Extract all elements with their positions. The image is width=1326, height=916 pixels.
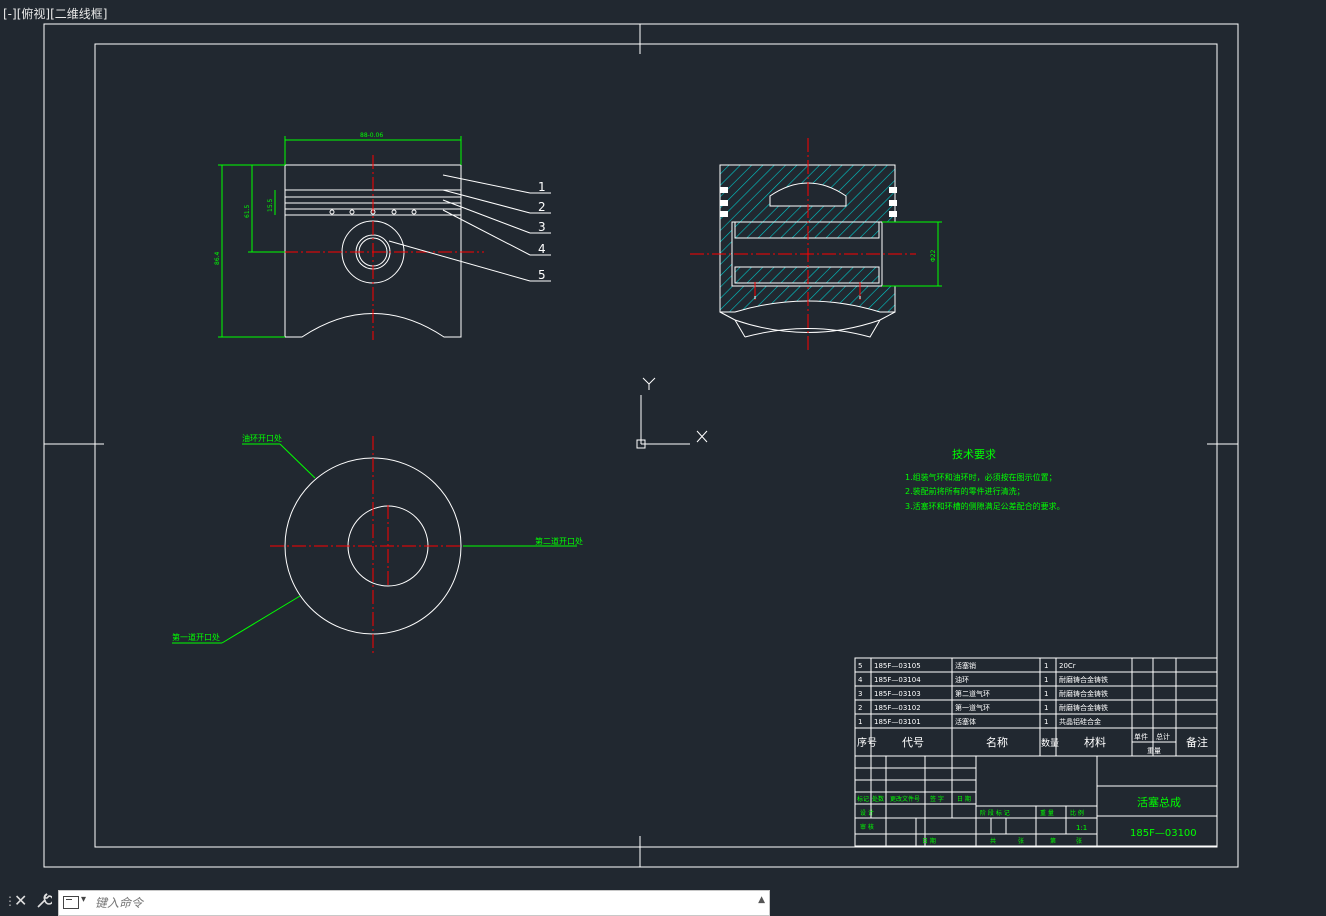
bom-row-3-no: 3 <box>858 690 862 698</box>
bom-row-2-name: 第一道气环 <box>955 703 990 712</box>
bom-row-2-material: 耐磨铸合金铸铁 <box>1059 703 1108 712</box>
balloon-4: 4 <box>538 242 546 256</box>
label-zhang: 张 <box>1018 837 1024 845</box>
bom-row-1-name: 活塞体 <box>955 717 976 726</box>
label-count: 处数 <box>872 795 884 803</box>
bom-row-1-material: 共晶铝硅合金 <box>1059 717 1101 726</box>
first-ring-gap-label: 第一道开口处 <box>172 632 220 642</box>
bom-row-1-no: 1 <box>858 718 862 726</box>
title-block-text: 活塞总成 185F—03100 1:1 阶 段 标 记 重 量 比 例 共 张 … <box>857 795 1197 845</box>
drawing-canvas[interactable]: 88-0.06 86.4 61.5 15.5 1 2 3 4 5 Φ22 油环开… <box>0 0 1326 888</box>
label-stage: 阶 段 标 记 <box>980 809 1010 817</box>
tech-req-item-1: 1.组装气环和油环时，必须按在图示位置； <box>905 472 1057 482</box>
label-day: 日 期 <box>957 795 971 803</box>
bom-row-4-material: 耐磨铸合金铸铁 <box>1059 675 1108 684</box>
bom-header-material: 材料 <box>1084 735 1106 749</box>
label-doc: 更改文件号 <box>890 795 920 803</box>
wrench-icon[interactable] <box>36 893 52 909</box>
bom-row-3-qty: 1 <box>1044 690 1048 698</box>
bom-row-4-name: 油环 <box>955 675 969 684</box>
command-line[interactable]: ▾ ▲ <box>58 890 770 916</box>
close-icon[interactable]: ✕ <box>14 891 27 910</box>
bom-header-no: 序号 <box>857 736 877 749</box>
label-sheet: 共 <box>990 837 996 845</box>
second-ring-gap-label: 第二道开口处 <box>535 536 583 546</box>
piston-section-view: Φ22 <box>690 138 942 350</box>
bom-header-code: 代号 <box>902 736 924 749</box>
ucs-icon <box>636 377 708 449</box>
command-prompt-icon[interactable] <box>63 896 79 909</box>
bom-row-5-code: 185F—03105 <box>874 662 921 670</box>
label-sign: 签 字 <box>930 795 944 803</box>
piston-top-view: 油环开口处 第二道开口处 第一道开口处 <box>172 433 583 656</box>
bom-header-total: 总计 <box>1156 732 1170 741</box>
piston-front-view: 88-0.06 86.4 61.5 15.5 1 2 3 4 5 <box>214 132 551 340</box>
tech-req-title: 技术要求 <box>952 448 996 461</box>
bom-row-5-no: 5 <box>858 662 862 670</box>
balloon-2: 2 <box>538 200 546 214</box>
label-di: 第 <box>1050 837 1056 845</box>
chevron-up-icon[interactable]: ▲ <box>758 895 765 905</box>
bom-header-weight: 重量 <box>1147 747 1161 755</box>
bom-row-4-qty: 1 <box>1044 676 1048 684</box>
grip-handle-icon[interactable]: ⋮ <box>4 893 16 909</box>
tech-req-item-2: 2.装配前将所有的零件进行清洗； <box>905 486 1025 496</box>
bom-header: 序号 代号 名称 数量 材料 单件 总计 重量 备注 <box>857 732 1208 755</box>
bom-row-5-qty: 1 <box>1044 662 1048 670</box>
balloon-1: 1 <box>538 180 546 194</box>
dim-overall-height: 86.4 <box>214 251 221 265</box>
command-input[interactable] <box>93 892 747 914</box>
bom-row-5-name: 活塞销 <box>955 661 976 670</box>
bom-row-3-code: 185F—03103 <box>874 690 921 698</box>
dim-top-width: 88-0.06 <box>360 132 383 139</box>
label-scale: 比 例 <box>1070 809 1084 817</box>
bom-row-3-name: 第二道气环 <box>955 689 990 698</box>
bom-row-3-material: 耐磨铸合金铸铁 <box>1059 689 1108 698</box>
label-date: 日 期 <box>922 837 936 845</box>
bom-header-unit: 单件 <box>1134 732 1148 741</box>
dim-ring-height: 15.5 <box>267 198 274 212</box>
bom-row-2-code: 185F—03102 <box>874 704 921 712</box>
drawing-scale: 1:1 <box>1076 824 1087 832</box>
label-check: 审 核 <box>860 823 874 831</box>
tech-req-item-3: 3.活塞环和环槽的侧隙满足公差配合的要求。 <box>905 501 1065 511</box>
bom-row-5-material: 20Cr <box>1059 662 1076 670</box>
dim-pin-dia: Φ22 <box>930 249 937 262</box>
oil-ring-gap-label: 油环开口处 <box>242 433 282 443</box>
label-weight: 重 量 <box>1040 809 1054 817</box>
command-bar: ⋮ ✕ ▾ ▲ <box>0 888 1326 916</box>
drawing-code: 185F—03100 <box>1130 828 1197 839</box>
technical-requirements: 技术要求 1.组装气环和油环时，必须按在图示位置； 2.装配前将所有的零件进行清… <box>905 448 1065 511</box>
bom-row-4-code: 185F—03104 <box>874 676 921 684</box>
bom-header-name: 名称 <box>986 735 1008 749</box>
bom-header-remark: 备注 <box>1186 735 1208 749</box>
bom-row-2-no: 2 <box>858 704 862 712</box>
label-zhang-2: 张 <box>1076 837 1082 845</box>
bom-header-qty: 数量 <box>1041 737 1059 749</box>
bom-rows: 5 185F—03105 活塞销 1 20Cr 4 185F—03104 油环 … <box>858 661 1108 726</box>
bom-row-4-no: 4 <box>858 676 863 684</box>
label-design: 设 计 <box>860 809 874 817</box>
bom-row-2-qty: 1 <box>1044 704 1048 712</box>
bom-row-1-qty: 1 <box>1044 718 1048 726</box>
bom-row-1-code: 185F—03101 <box>874 718 921 726</box>
balloon-3: 3 <box>538 220 546 234</box>
dim-pin-height: 61.5 <box>244 204 251 218</box>
chevron-down-icon[interactable]: ▾ <box>81 894 86 905</box>
label-mark: 标记 <box>857 795 869 803</box>
drawing-name: 活塞总成 <box>1137 795 1181 809</box>
balloon-5: 5 <box>538 268 546 282</box>
